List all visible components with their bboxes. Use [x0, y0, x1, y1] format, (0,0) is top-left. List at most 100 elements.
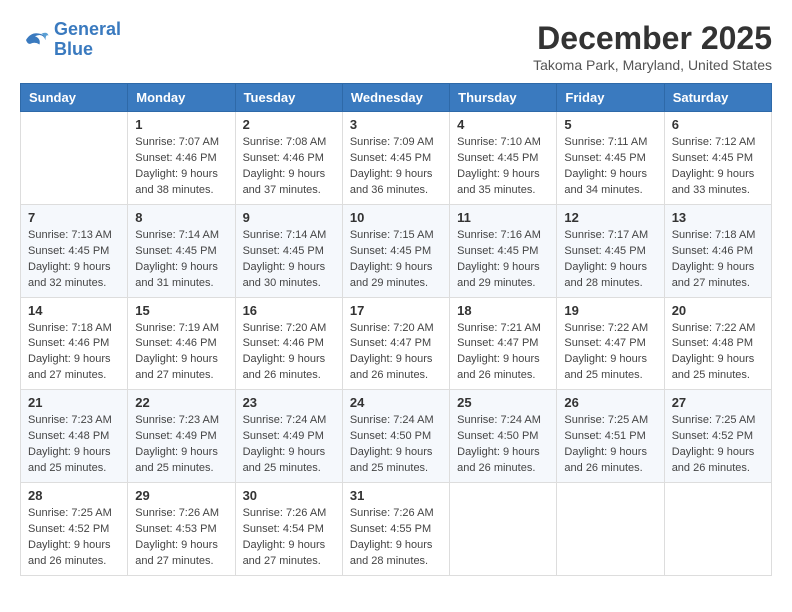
sunset-text: Sunset: 4:46 PM	[672, 245, 753, 257]
sunrise-text: Sunrise: 7:25 AM	[28, 507, 112, 519]
day-number: 29	[135, 488, 227, 503]
daylight-text: Daylight: 9 hours and 28 minutes.	[350, 539, 433, 567]
day-info: Sunrise: 7:26 AMSunset: 4:53 PMDaylight:…	[135, 506, 227, 570]
daylight-text: Daylight: 9 hours and 34 minutes.	[564, 168, 647, 196]
sunrise-text: Sunrise: 7:07 AM	[135, 136, 219, 148]
day-info: Sunrise: 7:24 AMSunset: 4:50 PMDaylight:…	[350, 413, 442, 477]
day-number: 6	[672, 117, 764, 132]
header-sunday: Sunday	[21, 84, 128, 112]
day-cell: 11Sunrise: 7:16 AMSunset: 4:45 PMDayligh…	[450, 204, 557, 297]
day-info: Sunrise: 7:24 AMSunset: 4:49 PMDaylight:…	[243, 413, 335, 477]
day-cell: 14Sunrise: 7:18 AMSunset: 4:46 PMDayligh…	[21, 297, 128, 390]
week-row-1: 1 Sunrise: 7:07 AMSunset: 4:46 PMDaylight…	[21, 112, 772, 205]
day-info: Sunrise: 7:22 AMSunset: 4:47 PMDaylight:…	[564, 321, 656, 385]
header-thursday: Thursday	[450, 84, 557, 112]
title-block: December 2025 Takoma Park, Maryland, Uni…	[533, 20, 772, 73]
week-row-3: 14Sunrise: 7:18 AMSunset: 4:46 PMDayligh…	[21, 297, 772, 390]
daylight-text: Daylight: 9 hours and 27 minutes.	[672, 261, 755, 289]
week-row-4: 21Sunrise: 7:23 AMSunset: 4:48 PMDayligh…	[21, 390, 772, 483]
sunrise-text: Sunrise: 7:24 AM	[350, 414, 434, 426]
day-number: 2	[243, 117, 335, 132]
daylight-text: Daylight: 9 hours and 26 minutes.	[28, 539, 111, 567]
sunset-text: Sunset: 4:50 PM	[457, 430, 538, 442]
day-cell	[450, 483, 557, 576]
day-number: 1	[135, 117, 227, 132]
daylight-text: Daylight: 9 hours and 26 minutes.	[350, 353, 433, 381]
day-cell: 9Sunrise: 7:14 AMSunset: 4:45 PMDaylight…	[235, 204, 342, 297]
day-cell: 21Sunrise: 7:23 AMSunset: 4:48 PMDayligh…	[21, 390, 128, 483]
sunrise-text: Sunrise: 7:16 AM	[457, 229, 541, 241]
daylight-text: Daylight: 9 hours and 26 minutes.	[457, 353, 540, 381]
sunrise-text: Sunrise: 7:24 AM	[457, 414, 541, 426]
day-info: Sunrise: 7:22 AMSunset: 4:48 PMDaylight:…	[672, 321, 764, 385]
daylight-text: Daylight: 9 hours and 38 minutes.	[135, 168, 218, 196]
day-cell: 2 Sunrise: 7:08 AMSunset: 4:46 PMDaylight…	[235, 112, 342, 205]
sunrise-text: Sunrise: 7:11 AM	[564, 136, 647, 148]
daylight-text: Daylight: 9 hours and 26 minutes.	[457, 446, 540, 474]
daylight-text: Daylight: 9 hours and 27 minutes.	[135, 353, 218, 381]
day-info: Sunrise: 7:15 AMSunset: 4:45 PMDaylight:…	[350, 228, 442, 292]
month-title: December 2025	[533, 20, 772, 57]
sunset-text: Sunset: 4:48 PM	[28, 430, 109, 442]
sunset-text: Sunset: 4:46 PM	[135, 337, 216, 349]
day-info: Sunrise: 7:16 AMSunset: 4:45 PMDaylight:…	[457, 228, 549, 292]
page-header: General Blue December 2025 Takoma Park, …	[20, 20, 772, 73]
week-row-5: 28Sunrise: 7:25 AMSunset: 4:52 PMDayligh…	[21, 483, 772, 576]
sunset-text: Sunset: 4:46 PM	[243, 337, 324, 349]
day-cell: 4Sunrise: 7:10 AMSunset: 4:45 PMDaylight…	[450, 112, 557, 205]
sunset-text: Sunset: 4:52 PM	[672, 430, 753, 442]
week-row-2: 7Sunrise: 7:13 AMSunset: 4:45 PMDaylight…	[21, 204, 772, 297]
day-info: Sunrise: 7:21 AMSunset: 4:47 PMDaylight:…	[457, 321, 549, 385]
day-info: Sunrise: 7:08 AMSunset: 4:46 PMDaylight:…	[243, 135, 335, 199]
sunset-text: Sunset: 4:45 PM	[564, 245, 645, 257]
day-cell: 13Sunrise: 7:18 AMSunset: 4:46 PMDayligh…	[664, 204, 771, 297]
day-info: Sunrise: 7:10 AMSunset: 4:45 PMDaylight:…	[457, 135, 549, 199]
day-info: Sunrise: 7:18 AMSunset: 4:46 PMDaylight:…	[28, 321, 120, 385]
day-info: Sunrise: 7:07 AMSunset: 4:46 PMDaylight:…	[135, 135, 227, 199]
day-number: 31	[350, 488, 442, 503]
day-number: 25	[457, 395, 549, 410]
sunset-text: Sunset: 4:47 PM	[350, 337, 431, 349]
sunrise-text: Sunrise: 7:26 AM	[243, 507, 327, 519]
day-number: 28	[28, 488, 120, 503]
sunset-text: Sunset: 4:53 PM	[135, 523, 216, 535]
sunset-text: Sunset: 4:46 PM	[28, 337, 109, 349]
logo-bird-icon	[20, 25, 50, 55]
sunset-text: Sunset: 4:45 PM	[457, 245, 538, 257]
day-cell: 26Sunrise: 7:25 AMSunset: 4:51 PMDayligh…	[557, 390, 664, 483]
day-cell: 24 Sunrise: 7:24 AMSunset: 4:50 PMDayligh…	[342, 390, 449, 483]
day-cell: 30Sunrise: 7:26 AMSunset: 4:54 PMDayligh…	[235, 483, 342, 576]
daylight-text: Daylight: 9 hours and 26 minutes.	[564, 446, 647, 474]
day-number: 11	[457, 210, 549, 225]
day-info: Sunrise: 7:19 AMSunset: 4:46 PMDaylight:…	[135, 321, 227, 385]
sunrise-text: Sunrise: 7:24 AM	[243, 414, 327, 426]
daylight-text: Daylight: 9 hours and 25 minutes.	[243, 446, 326, 474]
day-info: Sunrise: 7:20 AMSunset: 4:46 PMDaylight:…	[243, 321, 335, 385]
daylight-text: Daylight: 9 hours and 25 minutes.	[672, 353, 755, 381]
day-number: 15	[135, 303, 227, 318]
logo-text: General Blue	[54, 20, 121, 60]
sunset-text: Sunset: 4:55 PM	[350, 523, 431, 535]
location-label: Takoma Park, Maryland, United States	[533, 57, 772, 73]
day-info: Sunrise: 7:26 AM Sunset: 4:55 PM Daylight:…	[350, 506, 442, 570]
day-number: 10	[350, 210, 442, 225]
sunrise-text: Sunrise: 7:22 AM	[672, 322, 756, 334]
day-info: Sunrise: 7:25 AMSunset: 4:52 PMDaylight:…	[672, 413, 764, 477]
day-info: Sunrise: 7:24 AM Sunset: 4:50 PM Daylight:…	[457, 413, 549, 477]
day-number: 3	[350, 117, 442, 132]
day-number: 7	[28, 210, 120, 225]
sunrise-text: Sunrise: 7:26 AM	[350, 507, 434, 519]
daylight-text: Daylight: 9 hours and 28 minutes.	[564, 261, 647, 289]
sunrise-text: Sunrise: 7:12 AM	[672, 136, 756, 148]
header-monday: Monday	[128, 84, 235, 112]
day-number: 24	[350, 395, 442, 410]
daylight-text: Daylight: 9 hours and 35 minutes.	[457, 168, 540, 196]
day-number: 13	[672, 210, 764, 225]
day-number: 27	[672, 395, 764, 410]
day-cell: 15 Sunrise: 7:19 AMSunset: 4:46 PMDayligh…	[128, 297, 235, 390]
sunrise-text: Sunrise: 7:26 AM	[135, 507, 219, 519]
daylight-text: Daylight: 9 hours and 30 minutes.	[243, 261, 326, 289]
day-number: 8	[135, 210, 227, 225]
daylight-text: Daylight: 9 hours and 25 minutes.	[135, 446, 218, 474]
daylight-text: Daylight: 9 hours and 32 minutes.	[28, 261, 111, 289]
